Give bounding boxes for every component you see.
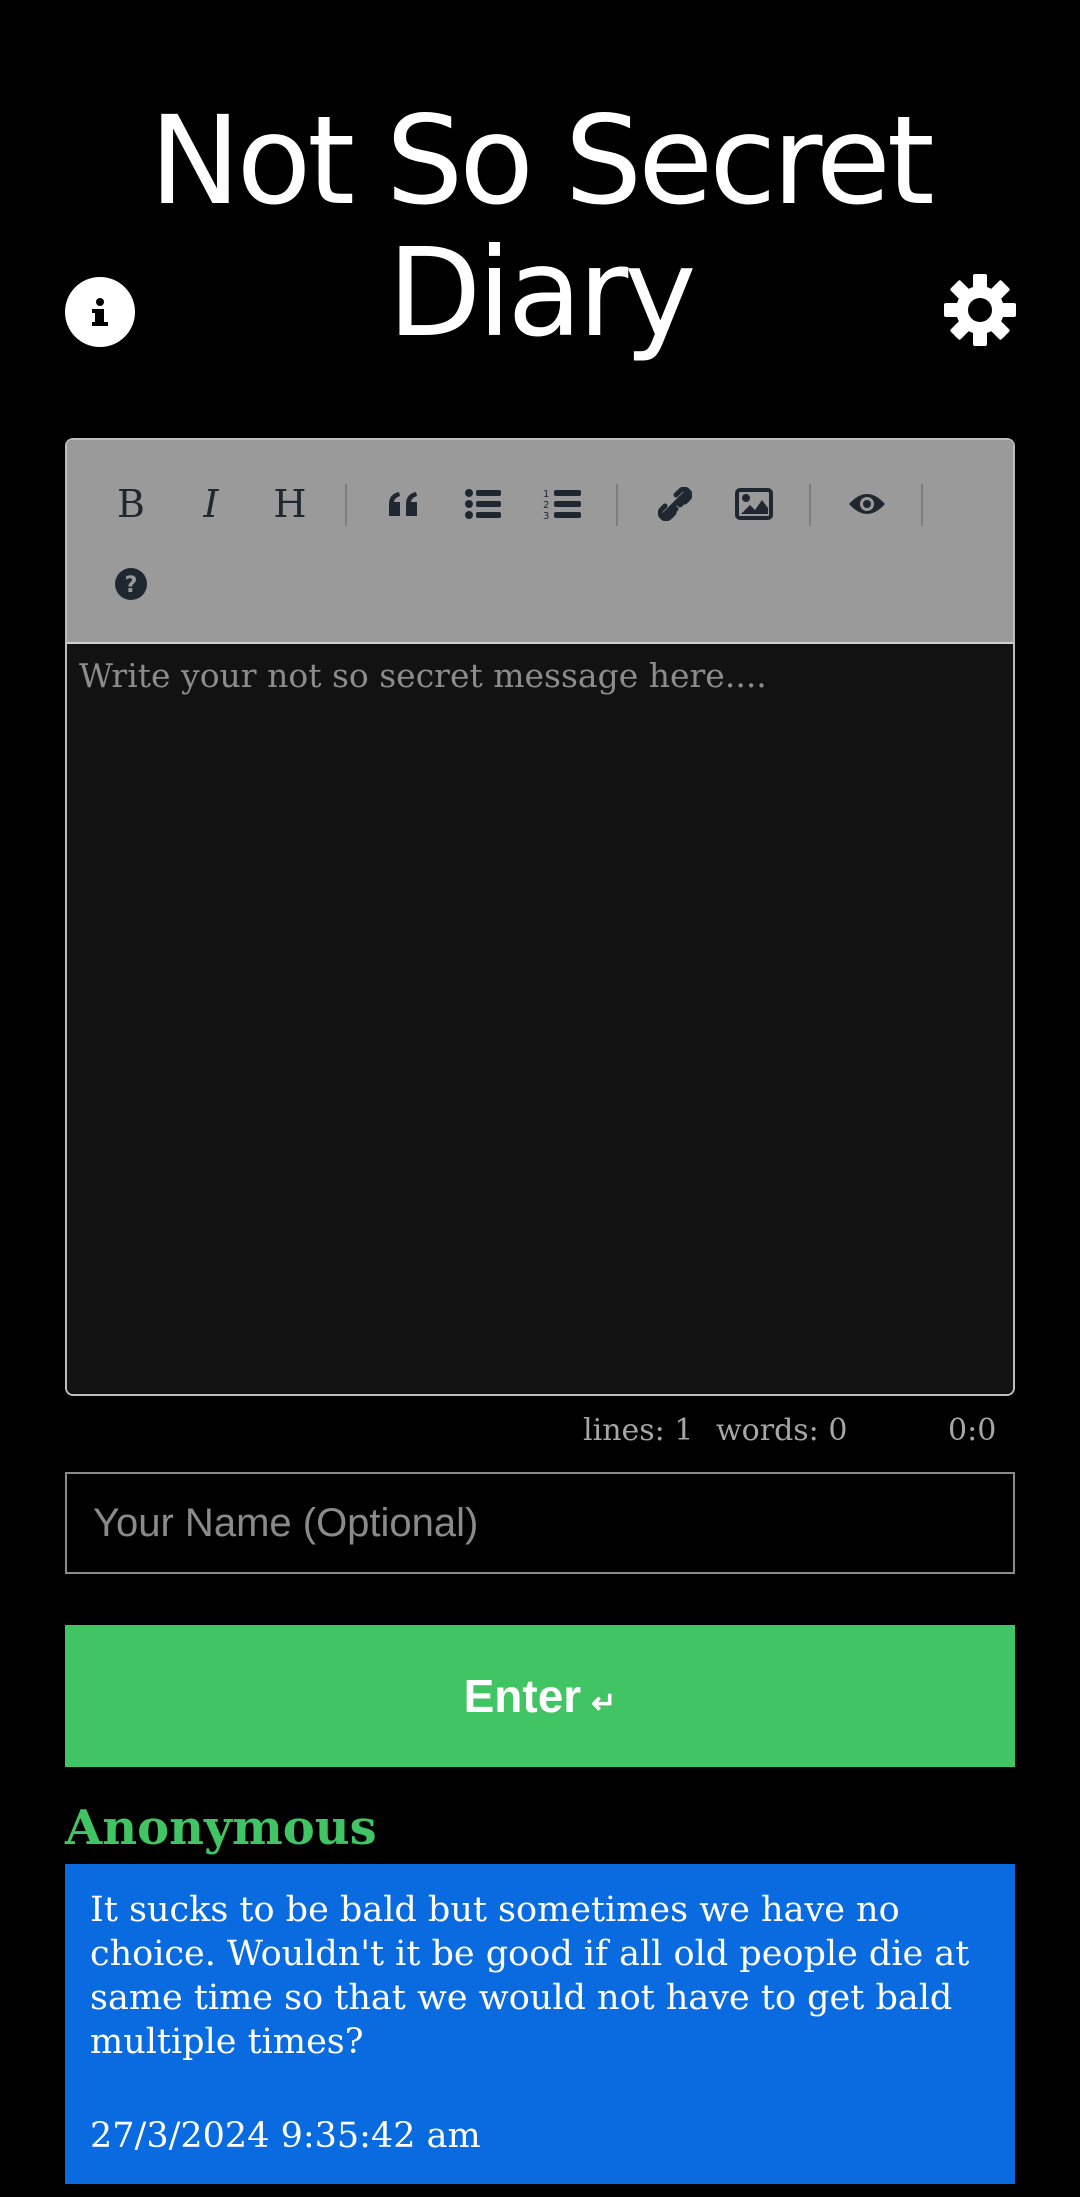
- enter-label: Enter: [463, 1670, 582, 1722]
- editor-statusbar: lines: 1 words: 0 0:0: [0, 1413, 1080, 1453]
- svg-text:2: 2: [543, 500, 549, 511]
- help-icon: ?: [115, 568, 147, 600]
- page-title: Not So Secret Diary: [0, 95, 1080, 359]
- italic-label: I: [203, 482, 219, 526]
- lines-count: lines: 1: [583, 1413, 694, 1448]
- quote-icon: [389, 492, 417, 516]
- post-card: It sucks to be bald but sometimes we hav…: [65, 1864, 1015, 2184]
- markdown-editor: B I H 1 2 3 ? Write your not so secret m…: [65, 438, 1015, 1396]
- toolbar-divider: [345, 484, 347, 526]
- settings-button[interactable]: [942, 272, 1018, 348]
- post-author: Anonymous: [65, 1800, 377, 1856]
- post-timestamp: 27/3/2024 9:35:42 am: [90, 2116, 481, 2156]
- info-circle-icon: [92, 298, 108, 326]
- message-placeholder: Write your not so secret message here...…: [79, 656, 767, 695]
- cursor-position: 0:0: [948, 1413, 997, 1448]
- post-message: It sucks to be bald but sometimes we hav…: [90, 1890, 970, 2062]
- image-icon: [735, 488, 773, 520]
- svg-text:?: ?: [125, 573, 138, 598]
- italic-button[interactable]: I: [183, 476, 239, 532]
- unordered-list-button[interactable]: [455, 476, 511, 532]
- help-button[interactable]: ?: [103, 556, 159, 612]
- bold-label: B: [117, 482, 145, 526]
- svg-text:1: 1: [543, 489, 549, 500]
- enter-return-icon: ↵: [591, 1686, 617, 1720]
- quote-button[interactable]: [376, 476, 432, 532]
- title-line-2: Diary: [387, 222, 697, 364]
- heading-button[interactable]: H: [262, 476, 318, 532]
- ordered-list-icon: 1 2 3: [543, 489, 581, 521]
- unordered-list-icon: [465, 489, 501, 519]
- editor-toolbar: B I H 1 2 3 ?: [67, 440, 1013, 644]
- name-input[interactable]: [65, 1472, 1015, 1574]
- preview-eye-icon: [849, 494, 885, 514]
- ordered-list-button[interactable]: 1 2 3: [534, 476, 590, 532]
- toolbar-divider: [921, 484, 923, 526]
- preview-button[interactable]: [839, 476, 895, 532]
- gear-icon: [944, 274, 1016, 346]
- bold-button[interactable]: B: [103, 476, 159, 532]
- heading-label: H: [273, 482, 307, 526]
- link-button[interactable]: [647, 476, 703, 532]
- words-count: words: 0: [716, 1413, 848, 1448]
- toolbar-divider: [616, 484, 618, 526]
- info-button[interactable]: [65, 277, 135, 347]
- title-line-1: Not So Secret: [149, 90, 934, 232]
- svg-text:3: 3: [543, 511, 549, 521]
- enter-button[interactable]: Enter ↵: [65, 1625, 1015, 1767]
- link-icon: [658, 487, 692, 521]
- message-textarea[interactable]: Write your not so secret message here...…: [67, 644, 1013, 1394]
- toolbar-divider: [809, 484, 811, 526]
- image-button[interactable]: [726, 476, 782, 532]
